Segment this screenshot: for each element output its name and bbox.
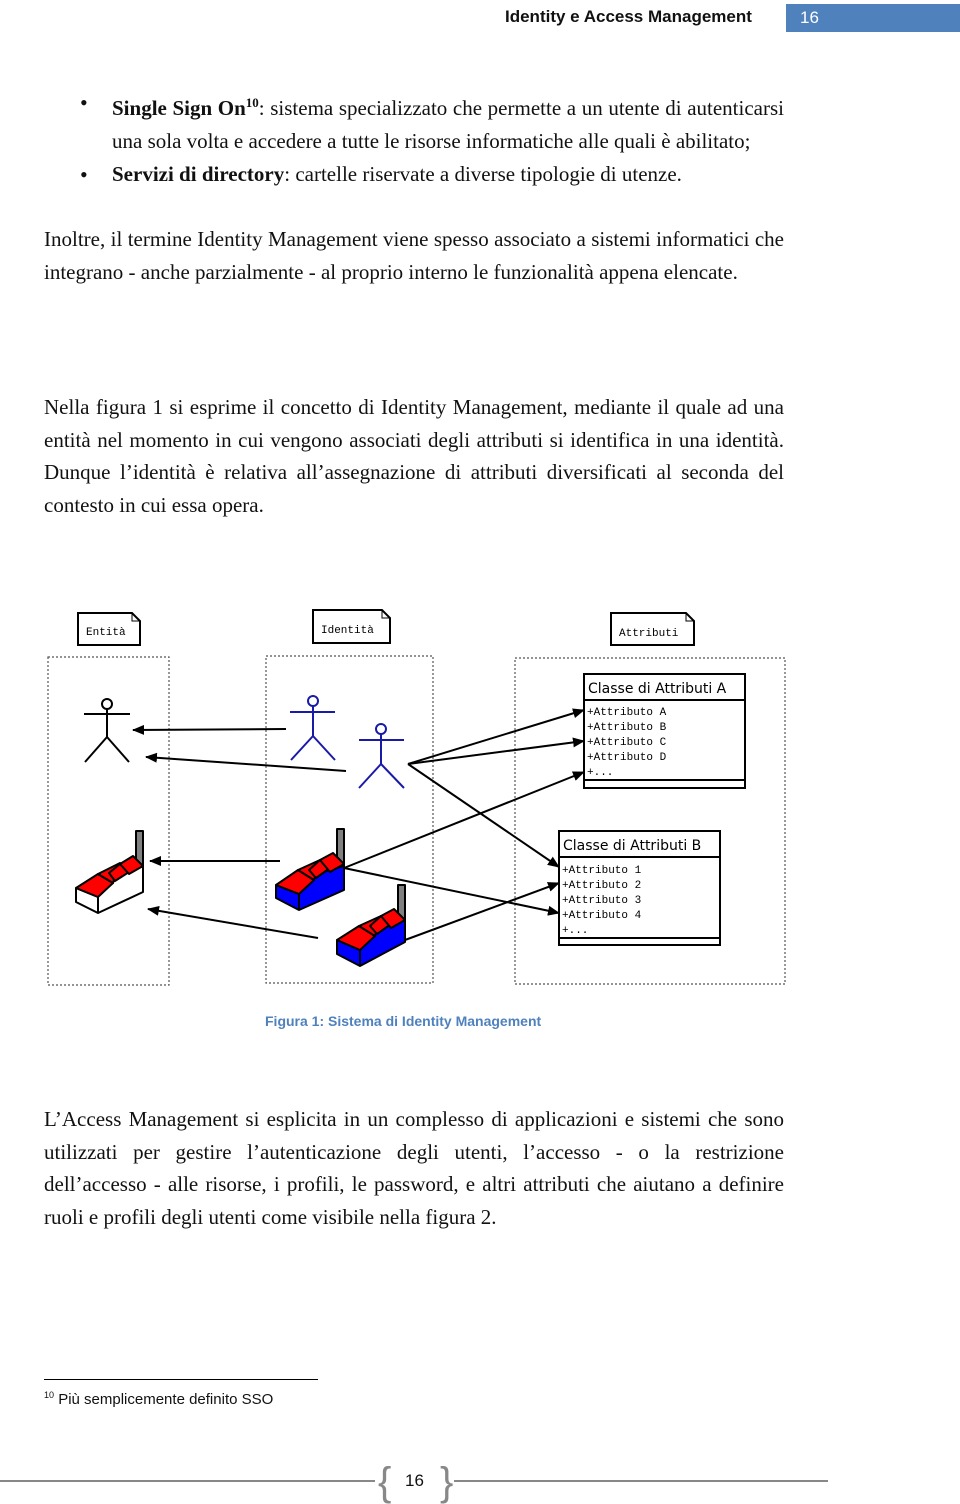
list-item: Single Sign On10: sistema specializzato … bbox=[80, 86, 784, 158]
note-identita: Identità bbox=[312, 609, 391, 644]
identity-management-diagram: Entità Identità Attributi Classe di Attr… bbox=[47, 609, 786, 986]
arrow-identity-to-attribute bbox=[343, 771, 585, 869]
class-b-attribute: +Attributo 4 bbox=[562, 910, 642, 922]
class-b-box: Classe di Attributi B +Attributo 1 +Attr… bbox=[558, 830, 721, 946]
footnote-text: Più semplicemente definito SSO bbox=[58, 1391, 274, 1408]
footer-rule-right bbox=[454, 1480, 828, 1482]
note-attributi-label: Attributi bbox=[619, 628, 679, 640]
entity-factory-icon bbox=[75, 830, 144, 914]
paragraph-2: Nella figura 1 si esprime il concetto di… bbox=[44, 395, 784, 517]
class-b-attribute: +... bbox=[562, 925, 588, 937]
note-entita: Entità bbox=[77, 612, 141, 646]
entity-person-icon bbox=[84, 698, 130, 763]
arrow-identity-to-attribute bbox=[343, 867, 560, 916]
identity-factory-icon bbox=[275, 828, 345, 911]
class-a-attribute: +Attributo D bbox=[587, 752, 667, 764]
footer-bracket-left: { bbox=[378, 1460, 392, 1504]
footnote-number: 10 bbox=[44, 1390, 55, 1400]
footer-bracket-right: } bbox=[440, 1460, 454, 1504]
arrow-identity-to-attribute bbox=[407, 708, 585, 765]
footnote-separator bbox=[44, 1379, 318, 1380]
list-item: Servizi di directory: cartelle riservate… bbox=[80, 158, 784, 191]
arrow-identity-to-entity bbox=[132, 724, 287, 735]
class-b-attribute: +Attributo 3 bbox=[562, 895, 641, 907]
term-text: Single Sign On bbox=[112, 96, 246, 120]
arrow-identity-to-attribute bbox=[404, 882, 560, 941]
arrow-identity-to-attribute bbox=[407, 737, 585, 765]
class-a-attribute: +... bbox=[587, 767, 613, 779]
arrow-identity-to-entity bbox=[145, 752, 347, 772]
paragraph-3: L’Access Management si esplicita in un c… bbox=[44, 1107, 784, 1229]
header-page-box: 16 bbox=[786, 4, 960, 32]
class-a-attribute: +Attributo B bbox=[587, 722, 667, 734]
arrow-identity-to-attribute bbox=[407, 763, 560, 868]
footnote: 10 Più semplicemente definito SSO bbox=[44, 1390, 273, 1408]
figure-caption: Figura 1: Sistema di Identity Management bbox=[265, 1013, 542, 1029]
bullet-term: Servizi di directory bbox=[112, 162, 285, 186]
feature-list: Single Sign On10: sistema specializzato … bbox=[80, 86, 784, 191]
bullet-term: Single Sign On10 bbox=[112, 95, 259, 120]
identity-factory-icon bbox=[336, 884, 406, 967]
class-b-attribute: +Attributo 2 bbox=[562, 880, 641, 892]
header-title: Identity e Access Management bbox=[505, 7, 752, 26]
note-identita-label: Identità bbox=[321, 625, 374, 637]
note-attributi: Attributi bbox=[610, 612, 695, 646]
identity-person-icon bbox=[290, 695, 336, 761]
footnote-ref[interactable]: 10 bbox=[246, 95, 259, 110]
identity-person-icon bbox=[358, 723, 405, 789]
class-b-attribute: +Attributo 1 bbox=[562, 865, 642, 877]
bullet-text: : cartelle riservate a diverse tipologie… bbox=[284, 162, 682, 186]
class-a-title: Classe di Attributi A bbox=[588, 681, 727, 697]
header-page-number: 16 bbox=[800, 8, 819, 27]
class-a-attribute: +Attributo C bbox=[587, 737, 667, 749]
class-a-attribute: +Attributo A bbox=[587, 707, 667, 719]
footer-rule-left bbox=[0, 1480, 375, 1482]
paragraph-1: Inoltre, il termine Identity Management … bbox=[44, 227, 784, 284]
note-entita-label: Entità bbox=[86, 627, 126, 639]
class-a-box: Classe di Attributi A +Attributo A +Attr… bbox=[583, 673, 746, 789]
class-b-title: Classe di Attributi B bbox=[563, 838, 701, 854]
arrow-identity-to-entity bbox=[147, 905, 319, 939]
footer-page-number: 16 bbox=[405, 1471, 424, 1490]
